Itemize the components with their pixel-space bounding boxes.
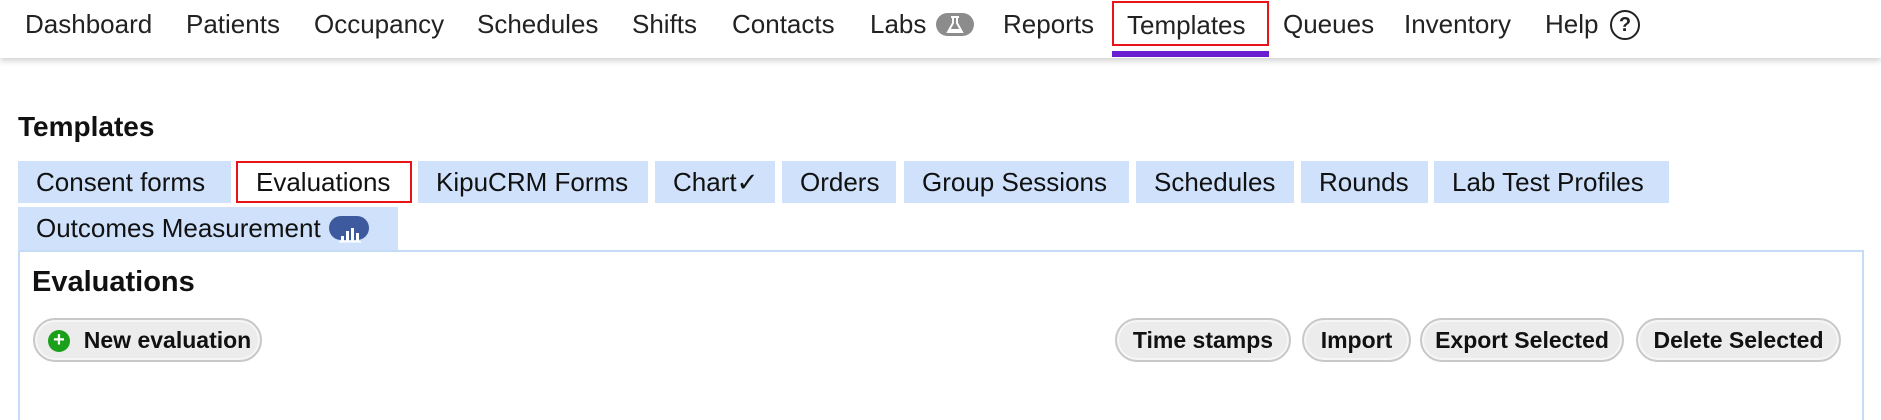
help-circle-icon[interactable]: ? [1610, 10, 1640, 40]
nav-item-occupancy[interactable]: Occupancy [314, 0, 444, 48]
new-evaluation-button[interactable]: + New evaluation [33, 318, 262, 362]
nav-item-templates[interactable]: Templates [1112, 1, 1269, 46]
nav-item-reports[interactable]: Reports [1003, 0, 1094, 48]
import-button[interactable]: Import [1302, 318, 1411, 362]
tab-group-sessions[interactable]: Group Sessions [904, 161, 1129, 203]
page-title: Templates [18, 111, 155, 142]
nav-item-queues[interactable]: Queues [1283, 0, 1374, 48]
new-evaluation-label: New evaluation [83, 327, 252, 353]
export-selected-button[interactable]: Export Selected [1420, 318, 1624, 362]
tab-kipucrm-forms[interactable]: KipuCRM Forms [418, 161, 648, 203]
nav-item-help[interactable]: Help [1545, 0, 1598, 48]
nav-item-dashboard[interactable]: Dashboard [25, 0, 152, 48]
bar-chart-icon [328, 216, 369, 243]
tab-consent-forms[interactable]: Consent forms [18, 161, 231, 203]
tab-lab-test-profiles[interactable]: Lab Test Profiles [1434, 161, 1669, 203]
panel-title: Evaluations [32, 266, 195, 298]
nav-item-inventory[interactable]: Inventory [1404, 0, 1511, 48]
time-stamps-button[interactable]: Time stamps [1115, 318, 1291, 362]
top-navigation-bar: Dashboard Patients Occupancy Schedules S… [0, 0, 1881, 58]
tab-rounds[interactable]: Rounds [1301, 161, 1428, 203]
tab-outcomes-measurement-label: Outcomes Measurement [36, 213, 321, 243]
tab-chart[interactable]: Chart✓ [655, 161, 775, 203]
tab-evaluations[interactable]: Evaluations [236, 161, 412, 203]
nav-item-patients[interactable]: Patients [186, 0, 280, 48]
active-tab-indicator [1112, 51, 1269, 57]
delete-selected-button[interactable]: Delete Selected [1636, 318, 1841, 362]
tab-outcomes-measurement[interactable]: Outcomes Measurement [18, 207, 398, 252]
nav-item-schedules[interactable]: Schedules [477, 0, 598, 48]
tab-orders[interactable]: Orders [782, 161, 896, 203]
tab-schedules[interactable]: Schedules [1136, 161, 1294, 203]
nav-item-contacts[interactable]: Contacts [732, 0, 835, 48]
flask-icon [936, 13, 974, 36]
nav-item-labs[interactable]: Labs [870, 0, 926, 48]
plus-circle-icon: + [48, 330, 70, 352]
nav-item-shifts[interactable]: Shifts [632, 0, 697, 48]
